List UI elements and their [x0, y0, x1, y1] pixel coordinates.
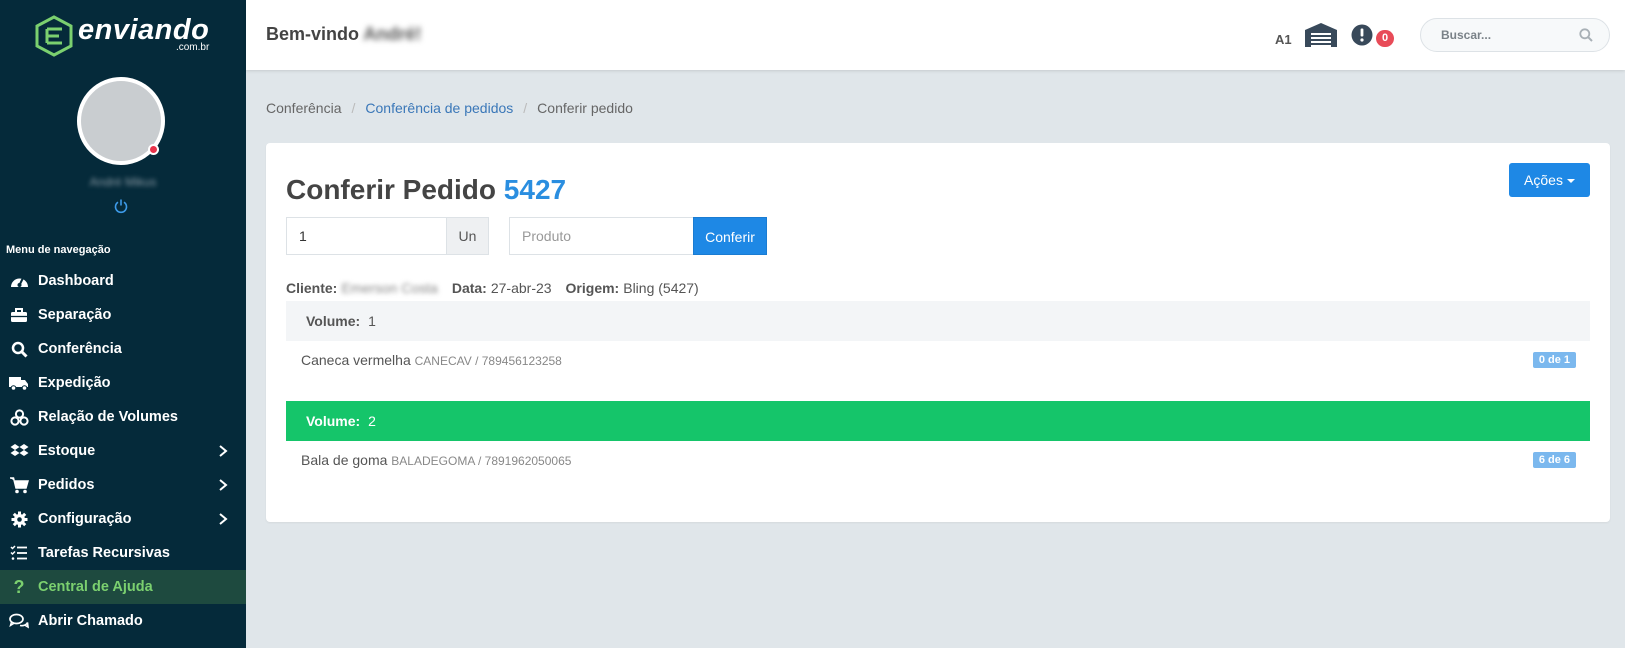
sidebar-item-label: Configuração	[38, 511, 132, 527]
nav-title: Menu de navegação	[6, 244, 111, 256]
sidebar-item-label: Estoque	[38, 443, 96, 459]
briefcase-icon	[9, 306, 29, 324]
unit-addon: Un	[446, 217, 489, 255]
sidebar-item-abrir-chamado[interactable]: Abrir Chamado	[0, 604, 246, 638]
brand-logo[interactable]: enviando .com.br	[34, 15, 209, 57]
origin-value: Bling (5427)	[623, 280, 699, 296]
dropbox-icon	[9, 442, 29, 460]
brand-name: enviando	[78, 14, 210, 46]
volume-number: 1	[368, 313, 376, 329]
sidebar-item-label: Pedidos	[38, 477, 95, 493]
order-check-card: Conferir Pedido 5427 Ações Un Conferir C…	[266, 143, 1610, 522]
power-icon[interactable]	[113, 198, 129, 214]
welcome-user-name: André!	[363, 24, 422, 44]
sidebar-item-label: Dashboard	[38, 273, 114, 289]
alert-icon[interactable]	[1351, 24, 1373, 46]
sidebar-item-label: Central de Ajuda	[38, 579, 153, 595]
top-header: Bem-vindo André! A1 0	[246, 0, 1625, 70]
date-value: 27-abr-23	[490, 280, 552, 296]
breadcrumb-root[interactable]: Conferência	[266, 100, 342, 116]
item-sku: CANECAV / 789456123258	[414, 354, 562, 368]
sidebar-item-estoque[interactable]: Estoque	[0, 434, 246, 468]
avatar[interactable]	[77, 77, 165, 165]
sidebar: enviando .com.br André Mikus Menu de nav…	[0, 0, 246, 648]
volume-number: 2	[368, 413, 376, 429]
volume-label: Volume:	[306, 413, 361, 429]
search-input[interactable]	[1441, 28, 1571, 42]
page-title-text: Conferir Pedido	[286, 174, 497, 205]
item-sku: BALADEGOMA / 7891962050065	[391, 454, 572, 468]
welcome-message: Bem-vindo André!	[266, 24, 421, 45]
breadcrumb-current: Conferir pedido	[537, 100, 633, 116]
tasks-icon	[9, 544, 29, 562]
status-dot	[148, 144, 159, 155]
sidebar-item-separacao[interactable]: Separação	[0, 298, 246, 332]
sidebar-item-label: Relação de Volumes	[38, 409, 178, 425]
boxes-icon	[9, 408, 29, 426]
sidebar-item-tarefas-recursivas[interactable]: Tarefas Recursivas	[0, 536, 246, 570]
actions-dropdown-button[interactable]: Ações	[1509, 163, 1590, 197]
product-input[interactable]	[509, 217, 693, 255]
caret-down-icon	[1566, 179, 1575, 184]
item-count-badge: 6 de 6	[1532, 452, 1576, 468]
cart-icon	[9, 476, 29, 494]
sidebar-item-expedicao[interactable]: Expedição	[0, 366, 246, 400]
item-name: Caneca vermelha	[301, 352, 411, 368]
sidebar-item-label: Abrir Chamado	[38, 613, 143, 629]
chevron-right-icon	[219, 445, 228, 457]
logo-icon	[35, 15, 73, 57]
search-icon[interactable]	[1579, 28, 1593, 42]
truck-icon	[9, 374, 29, 392]
client-value: Emerson Costa	[341, 280, 438, 296]
question-icon: ?	[13, 576, 25, 597]
user-name: André Mikus	[89, 175, 157, 189]
search-icon	[9, 340, 29, 358]
client-label: Cliente:	[286, 280, 338, 296]
breadcrumb: Conferência / Conferência de pedidos / C…	[266, 100, 633, 116]
volume-header[interactable]: Volume: 1	[286, 301, 1590, 341]
page-title: Conferir Pedido 5427	[286, 174, 566, 206]
warehouse-code: A1	[1275, 32, 1292, 47]
item-name: Bala de goma	[301, 452, 388, 468]
sidebar-item-pedidos[interactable]: Pedidos	[0, 468, 246, 502]
order-number[interactable]: 5427	[504, 174, 566, 205]
quantity-input[interactable]	[286, 217, 446, 255]
origin-label: Origem:	[565, 280, 620, 296]
dashboard-icon	[9, 272, 29, 290]
breadcrumb-separator: /	[523, 100, 528, 116]
sidebar-item-label: Expedição	[38, 375, 111, 391]
breadcrumb-parent-link[interactable]: Conferência de pedidos	[365, 100, 513, 116]
volume-header[interactable]: Volume: 2	[286, 401, 1590, 441]
order-meta: Cliente: Emerson Costa Data: 27-abr-23 O…	[286, 280, 713, 296]
chevron-right-icon	[219, 479, 228, 491]
volume-label: Volume:	[306, 313, 361, 329]
volume-item-row: Bala de goma BALADEGOMA / 7891962050065 …	[286, 441, 1590, 479]
date-label: Data:	[451, 280, 487, 296]
sidebar-item-dashboard[interactable]: Dashboard	[0, 264, 246, 298]
sidebar-item-configuracao[interactable]: Configuração	[0, 502, 246, 536]
item-count-badge: 0 de 1	[1532, 352, 1576, 368]
sidebar-item-label: Separação	[38, 307, 112, 323]
confirm-button[interactable]: Conferir	[693, 217, 767, 255]
warehouse-icon[interactable]	[1304, 22, 1338, 48]
volume-item-row: Caneca vermelha CANECAV / 789456123258 0…	[286, 341, 1590, 379]
client-info: Cliente: Emerson Costa	[286, 280, 438, 296]
chevron-right-icon	[219, 513, 228, 525]
sidebar-item-relacao-volumes[interactable]: Relação de Volumes	[0, 400, 246, 434]
breadcrumb-separator: /	[351, 100, 356, 116]
sidebar-item-label: Tarefas Recursivas	[38, 545, 170, 561]
sidebar-item-central-ajuda[interactable]: ? Central de Ajuda	[0, 570, 246, 604]
sidebar-item-conferencia[interactable]: Conferência	[0, 332, 246, 366]
search-box	[1420, 18, 1610, 52]
nav-menu: Dashboard Separação Conferência Expediçã…	[0, 264, 246, 638]
welcome-text: Bem-vindo	[266, 24, 360, 44]
date-info: Data: 27-abr-23	[452, 280, 552, 296]
chat-icon	[9, 612, 29, 630]
gear-icon	[9, 510, 29, 528]
sidebar-item-label: Conferência	[38, 341, 122, 357]
actions-label: Ações	[1524, 172, 1563, 188]
origin-info: Origem: Bling (5427)	[566, 280, 699, 296]
alert-count-badge: 0	[1376, 30, 1394, 47]
